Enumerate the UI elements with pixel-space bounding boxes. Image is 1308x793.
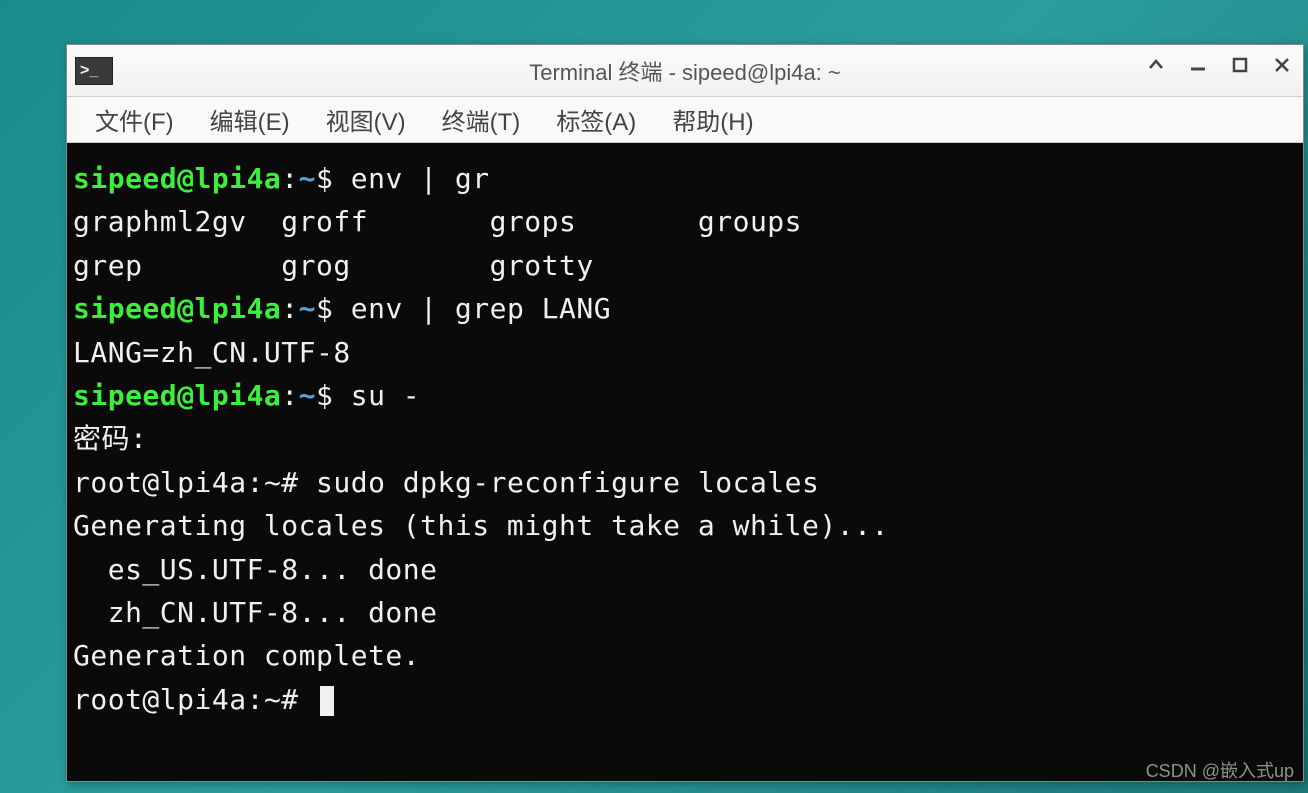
terminal-line: Generation complete. bbox=[73, 634, 1297, 677]
terminal-line: 密码: bbox=[73, 417, 1297, 460]
prompt-sep: : bbox=[281, 379, 298, 412]
prompt-user: sipeed@lpi4a bbox=[73, 292, 281, 325]
terminal-line: Generating locales (this might take a wh… bbox=[73, 504, 1297, 547]
watermark: CSDN @嵌入式up bbox=[1146, 757, 1294, 783]
terminal-line: LANG=zh_CN.UTF-8 bbox=[73, 331, 1297, 374]
terminal-app-icon: >_ bbox=[75, 57, 113, 85]
command-text: su - bbox=[351, 379, 420, 412]
prompt-glyph-icon: >_ bbox=[80, 62, 98, 80]
prompt-symbol: $ bbox=[316, 379, 351, 412]
terminal-line: sipeed@lpi4a:~$ env | grep LANG bbox=[73, 287, 1297, 330]
root-prompt-path: ~ bbox=[264, 466, 281, 499]
prompt-sep: : bbox=[281, 292, 298, 325]
terminal-line: graphml2gv groff grops groups bbox=[73, 200, 1297, 243]
menubar: 文件(F) 编辑(E) 视图(V) 终端(T) 标签(A) 帮助(H) bbox=[67, 97, 1303, 143]
menu-help[interactable]: 帮助(H) bbox=[654, 96, 771, 143]
prompt-symbol: $ bbox=[316, 292, 351, 325]
window-title: Terminal 终端 - sipeed@lpi4a: ~ bbox=[529, 55, 841, 87]
prompt-symbol: $ bbox=[316, 162, 351, 195]
command-text: env | gr bbox=[351, 162, 490, 195]
menu-view[interactable]: 视图(V) bbox=[308, 96, 424, 143]
rollup-button[interactable] bbox=[1141, 53, 1171, 77]
root-prompt-user: root@lpi4a: bbox=[73, 683, 264, 716]
terminal-line: sipeed@lpi4a:~$ su - bbox=[73, 374, 1297, 417]
terminal-line: zh_CN.UTF-8... done bbox=[73, 591, 1297, 634]
titlebar[interactable]: >_ Terminal 终端 - sipeed@lpi4a: ~ bbox=[67, 45, 1303, 97]
prompt-path: ~ bbox=[299, 162, 316, 195]
prompt-path: ~ bbox=[299, 292, 316, 325]
command-text: sudo dpkg-reconfigure locales bbox=[316, 466, 819, 499]
prompt-sep: : bbox=[281, 162, 298, 195]
root-prompt-symbol: # bbox=[281, 683, 316, 716]
close-button[interactable] bbox=[1267, 53, 1297, 77]
menu-tabs[interactable]: 标签(A) bbox=[538, 96, 654, 143]
minimize-button[interactable] bbox=[1183, 53, 1213, 77]
terminal-line: root@lpi4a:~# bbox=[73, 678, 1297, 721]
cursor-icon bbox=[320, 686, 334, 716]
menu-file[interactable]: 文件(F) bbox=[77, 96, 192, 143]
root-prompt-user: root@lpi4a: bbox=[73, 466, 264, 499]
prompt-path: ~ bbox=[299, 379, 316, 412]
menu-edit[interactable]: 编辑(E) bbox=[192, 96, 308, 143]
maximize-button[interactable] bbox=[1225, 53, 1255, 77]
prompt-user: sipeed@lpi4a bbox=[73, 379, 281, 412]
window-controls bbox=[1141, 53, 1297, 77]
command-text: env | grep LANG bbox=[351, 292, 611, 325]
root-prompt-path: ~ bbox=[264, 683, 281, 716]
root-prompt-symbol: # bbox=[281, 466, 316, 499]
terminal-line: root@lpi4a:~# sudo dpkg-reconfigure loca… bbox=[73, 461, 1297, 504]
terminal-line: es_US.UTF-8... done bbox=[73, 548, 1297, 591]
terminal-line: grep grog grotty bbox=[73, 244, 1297, 287]
prompt-user: sipeed@lpi4a bbox=[73, 162, 281, 195]
terminal-window: >_ Terminal 终端 - sipeed@lpi4a: ~ 文件(F) 编… bbox=[66, 44, 1304, 782]
menu-terminal[interactable]: 终端(T) bbox=[424, 96, 539, 143]
terminal-body[interactable]: sipeed@lpi4a:~$ env | gr graphml2gv grof… bbox=[67, 143, 1303, 781]
terminal-line: sipeed@lpi4a:~$ env | gr bbox=[73, 157, 1297, 200]
